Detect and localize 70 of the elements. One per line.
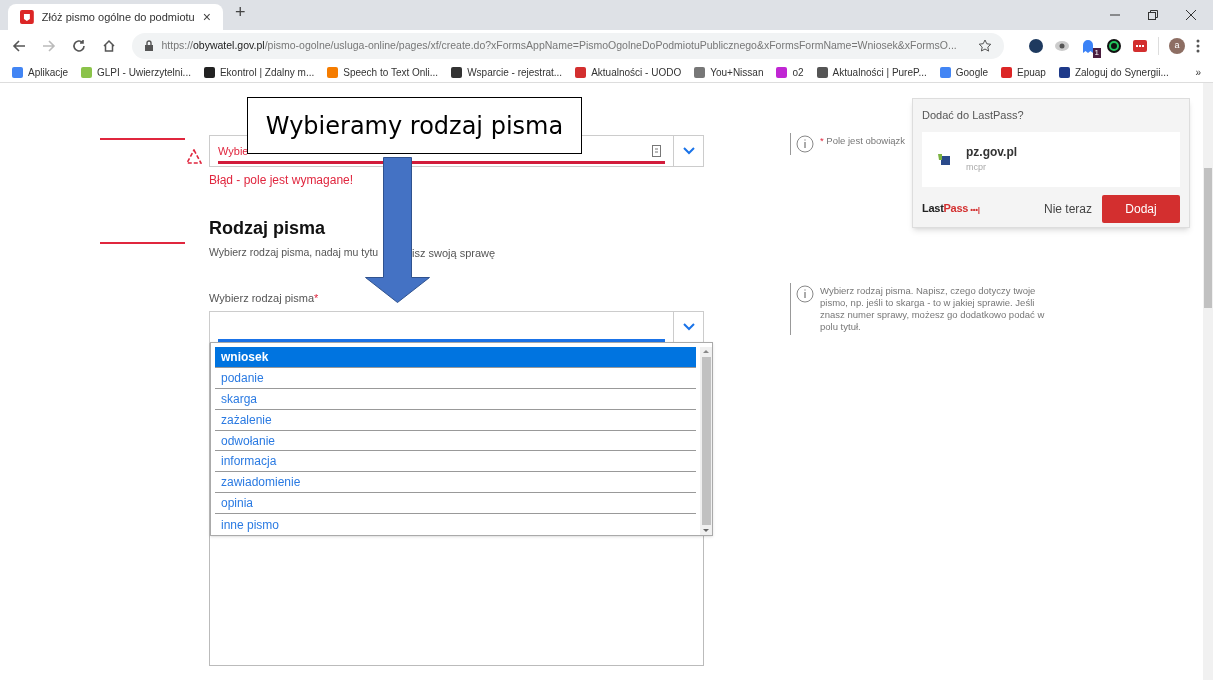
site-username: mcpr	[966, 161, 987, 175]
section-title: Rodzaj pisma	[209, 217, 326, 240]
site-name: pz.gov.pl	[966, 144, 1018, 162]
bookmark-link[interactable]: Google	[955, 64, 988, 80]
padlock-icon	[143, 40, 154, 52]
callout-label: Wybieramy rodzaj pisma	[247, 97, 582, 154]
dropdown-option[interactable]: skarga	[215, 388, 696, 410]
bookmark-link[interactable]: You+Nissan	[710, 64, 764, 80]
bookmark-link[interactable]: Aktualności | PureP...	[832, 64, 927, 80]
url-text: https://obywatel.gov.pl/pismo-ogolne/usluga-online/pages/xf/create.do?xFormsAppName=PismoOgolneDoPodmiotuPublicznego&xFormsFormName=Wniosek&xFormsO...	[161, 38, 958, 54]
dropdown-option[interactable]: wniosek	[215, 347, 696, 368]
bookmark-link[interactable]: Ekontrol | Zdalny m...	[219, 64, 315, 80]
bookmark-link[interactable]: Epuap	[1017, 64, 1046, 80]
scroll-up-icon[interactable]	[702, 347, 710, 355]
bookmark-link[interactable]: Aplikacje	[28, 64, 69, 80]
section-subtitle: isz swoją sprawę	[412, 246, 496, 261]
address-bar[interactable]: https://obywatel.gov.pl/pismo-ogolne/usluga-online/pages/xf/create.do?xFormsAppName=PismoOgolneDoPodmiotuPublicznego&xFormsFormName=Wniosek&xFormsO...	[131, 33, 1004, 59]
info-icon	[796, 135, 814, 153]
lastpass-extension-icon[interactable]	[1132, 38, 1148, 54]
hint-text: * Pole jest obowiązk	[820, 135, 907, 148]
info-icon	[796, 285, 814, 303]
bookmark-link[interactable]: GLPI - Uwierzytelni...	[97, 64, 191, 80]
restore-icon[interactable]	[1147, 9, 1159, 21]
extension-icon[interactable]	[1028, 38, 1044, 54]
dropdown-option[interactable]: zażalenie	[215, 409, 696, 431]
bookmark-link[interactable]: Speech to Text Onli...	[343, 64, 439, 80]
error-message: Błąd - pole jest wymagane!	[209, 172, 354, 189]
lastpass-logo: LastPass •••|	[922, 201, 980, 217]
extension-icon[interactable]	[1106, 38, 1122, 54]
page-scrollbar[interactable]	[1203, 83, 1213, 680]
placeholder-text: Wybie	[218, 143, 249, 159]
not-now-button[interactable]: Nie teraz	[1043, 199, 1092, 218]
document-icon	[652, 145, 661, 157]
dropdown-option[interactable]: opinia	[215, 493, 696, 515]
site-favicon-icon	[938, 153, 950, 165]
new-tab-button[interactable]: +	[235, 0, 246, 26]
scroll-down-icon[interactable]	[702, 527, 710, 535]
bookmark-link[interactable]: Wsparcie - rejestrat...	[467, 64, 563, 80]
menu-icon[interactable]	[1195, 38, 1201, 54]
bookmark-link[interactable]: Aktualności - UODO	[591, 64, 682, 80]
bookmark-link[interactable]: Zaloguj do Synergii...	[1074, 64, 1169, 80]
extension-icon[interactable]	[1054, 38, 1070, 54]
warning-triangle-icon	[186, 149, 202, 164]
field-label: Wybierz rodzaj pisma*	[209, 291, 319, 306]
dropdown-option[interactable]: odwołanie	[215, 430, 696, 452]
bookmark-link[interactable]: o2	[792, 64, 804, 80]
tab-close-button[interactable]: ×	[202, 6, 211, 28]
dropdown-option[interactable]: zawiadomienie	[215, 472, 696, 494]
tab-title: Złóż pismo ogólne do podmiotu	[41, 9, 195, 25]
home-icon[interactable]	[101, 39, 116, 53]
add-button[interactable]: Dodaj	[1102, 194, 1180, 223]
reload-icon[interactable]	[71, 39, 86, 53]
popup-title: Dodać do LastPass?	[922, 108, 1025, 123]
chevron-down-icon	[682, 323, 695, 331]
section-subtitle: Wybierz rodzaj pisma, nadaj mu tytu	[209, 245, 379, 260]
scrollbar[interactable]	[700, 347, 712, 535]
hint-text: Wybierz rodzaj pisma. Napisz, czego dotyczy twoje pismo, np. jeśli to skarga - to w jakiej sprawie. Jeśli znasz numer sprawy, możesz go dodatkowo podać w polu tytuł.	[820, 285, 1046, 333]
extension-badge: 1	[1092, 48, 1101, 58]
chevron-down-icon	[682, 147, 695, 155]
star-icon[interactable]	[978, 39, 992, 53]
back-arrow-icon[interactable]	[12, 39, 26, 53]
bookmarks-overflow-button[interactable]: »	[1195, 64, 1201, 80]
close-icon[interactable]	[1185, 9, 1197, 21]
dropdown-option[interactable]: inne pismo	[215, 514, 696, 535]
dropdown-option[interactable]: podanie	[215, 367, 696, 389]
letter-type-select-field[interactable]	[209, 311, 704, 343]
browser-tab[interactable]: Złóż pismo ogólne do podmiotu ×	[8, 4, 223, 30]
profile-avatar[interactable]: a	[1169, 38, 1185, 54]
dropdown-option[interactable]: informacja	[215, 451, 696, 473]
ghost-extension-icon[interactable]	[1080, 38, 1096, 54]
